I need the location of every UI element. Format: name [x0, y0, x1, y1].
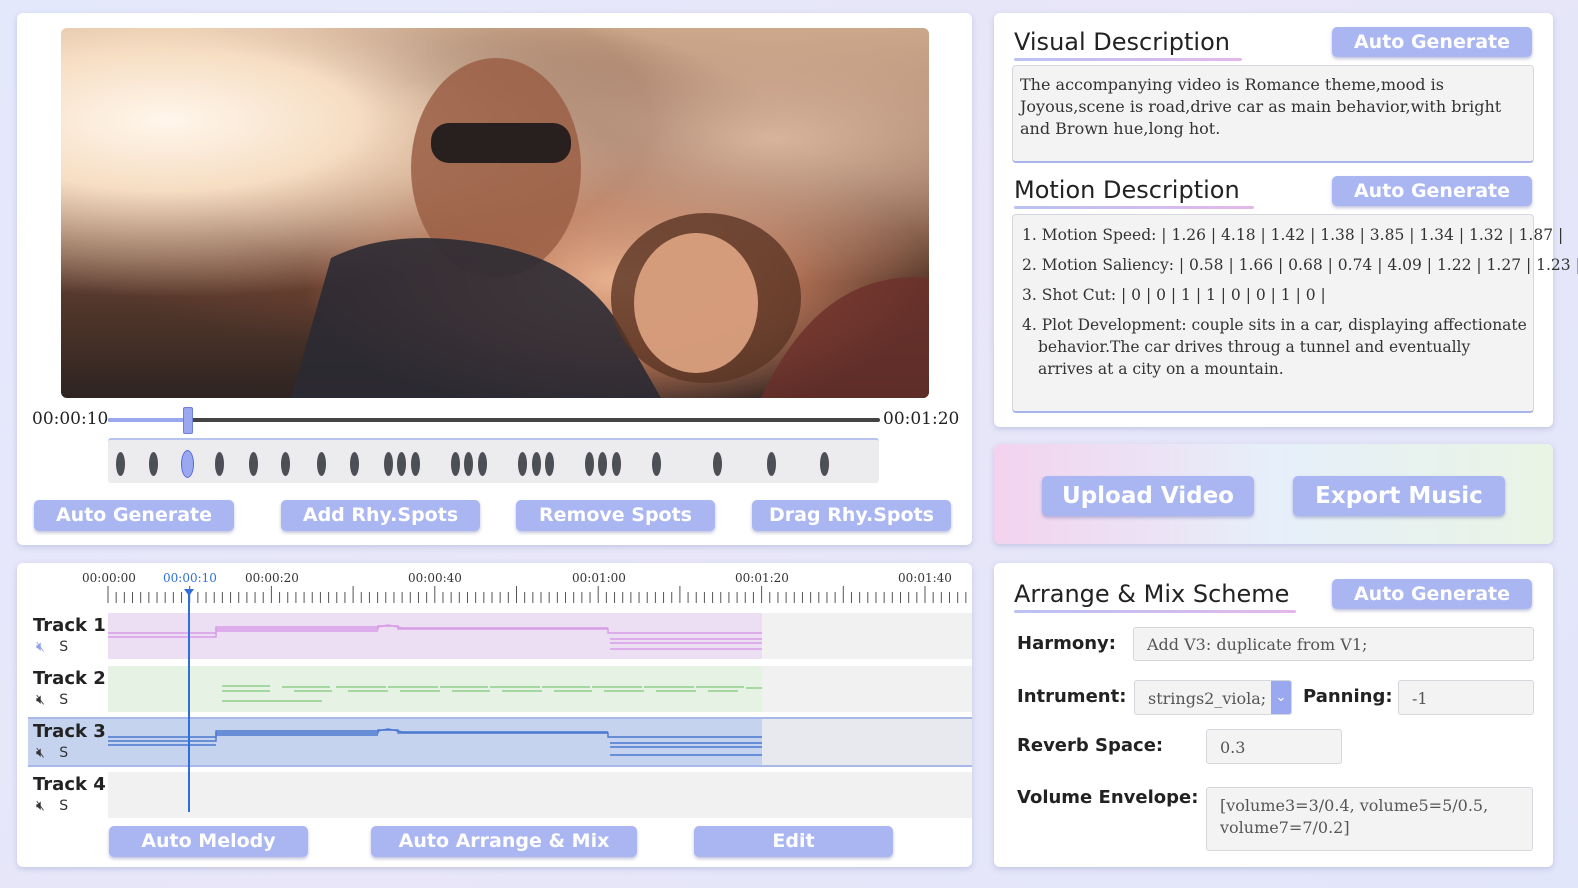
track-lane[interactable] [108, 772, 972, 818]
track-row-2[interactable]: Track 2 🔇︎ S [28, 666, 972, 712]
rhythm-spot[interactable] [248, 452, 258, 476]
export-music-button[interactable]: Export Music [1293, 476, 1505, 516]
instrument-select[interactable]: strings2_viola; ⌄ [1134, 680, 1292, 715]
track-notes [108, 624, 762, 650]
track-name: Track 1 [33, 615, 106, 636]
arrange-mix-title: Arrange & Mix Scheme [1014, 580, 1290, 608]
solo-button[interactable]: S [59, 639, 68, 655]
auto-arrange-mix-button[interactable]: Auto Arrange & Mix [371, 826, 637, 857]
track-notes [108, 728, 762, 756]
visual-description-text[interactable]: The accompanying video is Romance theme,… [1012, 65, 1534, 163]
progress-fill [108, 418, 188, 422]
track-name: Track 2 [33, 668, 106, 689]
harmony-input[interactable]: Add V3: duplicate from V1; [1133, 627, 1534, 661]
rhythm-spot[interactable] [115, 452, 125, 476]
rhythm-spot[interactable] [316, 452, 326, 476]
track-controls: 🔇︎ S [36, 692, 68, 708]
track-controls: 🔇︎ S [36, 639, 68, 655]
rhythm-spot[interactable] [584, 452, 594, 476]
track-row-4[interactable]: Track 4 🔇︎ S [28, 772, 972, 818]
panning-label: Panning: [1303, 686, 1393, 707]
reverb-space-label: Reverb Space: [1017, 735, 1164, 756]
mute-icon[interactable]: 🔇︎ [36, 745, 45, 761]
auto-melody-button[interactable]: Auto Melody [109, 826, 308, 857]
rhythm-spot[interactable] [350, 452, 360, 476]
timeline-tick-label: 00:00:00 [82, 571, 136, 585]
timeline-tick-label: 00:00:20 [245, 571, 299, 585]
remove-spots-button[interactable]: Remove Spots [516, 500, 715, 531]
edit-button[interactable]: Edit [694, 826, 893, 857]
solo-button[interactable]: S [59, 692, 68, 708]
track-name: Track 4 [33, 774, 106, 795]
timeline-tick-label: 00:00:10 [163, 571, 217, 585]
track-lane[interactable] [108, 719, 972, 765]
add-rhythm-spots-button[interactable]: Add Rhy.Spots [281, 500, 480, 531]
rhythm-spot[interactable] [544, 452, 554, 476]
motion-saliency-item: 2. Motion Saliency: | 0.58 | 1.66 | 0.68… [1022, 256, 1578, 274]
timeline-ruler[interactable] [100, 585, 972, 607]
rhythm-spot[interactable] [819, 452, 829, 476]
track-lane[interactable] [108, 613, 972, 659]
track-controls: 🔇︎ S [36, 798, 68, 814]
reverb-space-input[interactable]: 0.3 [1206, 729, 1342, 764]
arrange-auto-generate-button[interactable]: Auto Generate [1332, 579, 1532, 609]
upload-video-button[interactable]: Upload Video [1042, 476, 1254, 516]
motion-auto-generate-button[interactable]: Auto Generate [1332, 176, 1532, 206]
solo-button[interactable]: S [59, 745, 68, 761]
harmony-label: Harmony: [1017, 633, 1116, 654]
rhythm-spot[interactable] [450, 452, 460, 476]
motion-speed-item: 1. Motion Speed: | 1.26 | 4.18 | 1.42 | … [1022, 226, 1564, 244]
mute-icon[interactable]: 🔇︎ [36, 798, 45, 814]
mute-icon[interactable]: 🔇︎ [36, 639, 45, 655]
rhythm-spot[interactable] [531, 452, 541, 476]
motion-description-title: Motion Description [1014, 176, 1240, 204]
total-time: 00:01:20 [883, 409, 960, 429]
drag-rhythm-spots-button[interactable]: Drag Rhy.Spots [752, 500, 951, 531]
timeline-panel [17, 563, 972, 867]
title-underline [1014, 206, 1254, 209]
timeline-tick-label: 00:01:40 [898, 571, 952, 585]
instrument-label: Intrument: [1017, 686, 1127, 707]
plot-development-item: 4. Plot Development: couple sits in a ca… [1022, 316, 1527, 378]
video-frame[interactable] [61, 28, 929, 398]
playhead[interactable] [188, 590, 190, 812]
title-underline [1014, 610, 1296, 613]
track-name: Track 3 [33, 721, 106, 742]
instrument-value: strings2_viola; [1148, 689, 1267, 708]
rhythm-spot[interactable] [766, 452, 776, 476]
timeline-tick-label: 00:00:40 [408, 571, 462, 585]
rhythm-spot[interactable] [410, 452, 420, 476]
track-row-3[interactable]: Track 3 🔇︎ S [28, 717, 972, 767]
timeline-tick-label: 00:01:20 [735, 571, 789, 585]
progress-track[interactable] [108, 418, 880, 422]
playhead-marker[interactable] [184, 589, 194, 596]
solo-button[interactable]: S [59, 798, 68, 814]
title-underline [1014, 58, 1242, 61]
timeline-tick-label: 00:01:00 [572, 571, 626, 585]
visual-description-title: Visual Description [1014, 28, 1230, 56]
track-lane[interactable] [108, 666, 972, 712]
volume-envelope-label: Volume Envelope: [1017, 787, 1199, 808]
current-time: 00:00:10 [32, 409, 109, 429]
panning-input[interactable]: -1 [1398, 680, 1534, 715]
video-scene-illustration [291, 58, 929, 398]
track-row-1[interactable]: Track 1 🔇︎ S [28, 613, 972, 659]
auto-generate-spots-button[interactable]: Auto Generate [34, 500, 234, 531]
volume-envelope-input[interactable]: [volume3=3/0.4, volume5=5/0.5, volume7=7… [1206, 787, 1533, 851]
track-notes [222, 685, 762, 702]
mute-icon[interactable]: 🔇︎ [36, 692, 45, 708]
track-controls: 🔇︎ S [36, 745, 68, 761]
visual-auto-generate-button[interactable]: Auto Generate [1332, 27, 1532, 57]
motion-description-box[interactable]: 1. Motion Speed: | 1.26 | 4.18 | 1.42 | … [1012, 214, 1578, 413]
shot-cut-item: 3. Shot Cut: | 0 | 0 | 1 | 1 | 0 | 0 | 1… [1022, 286, 1326, 304]
progress-handle[interactable] [183, 407, 193, 434]
chevron-down-icon[interactable]: ⌄ [1271, 681, 1291, 714]
